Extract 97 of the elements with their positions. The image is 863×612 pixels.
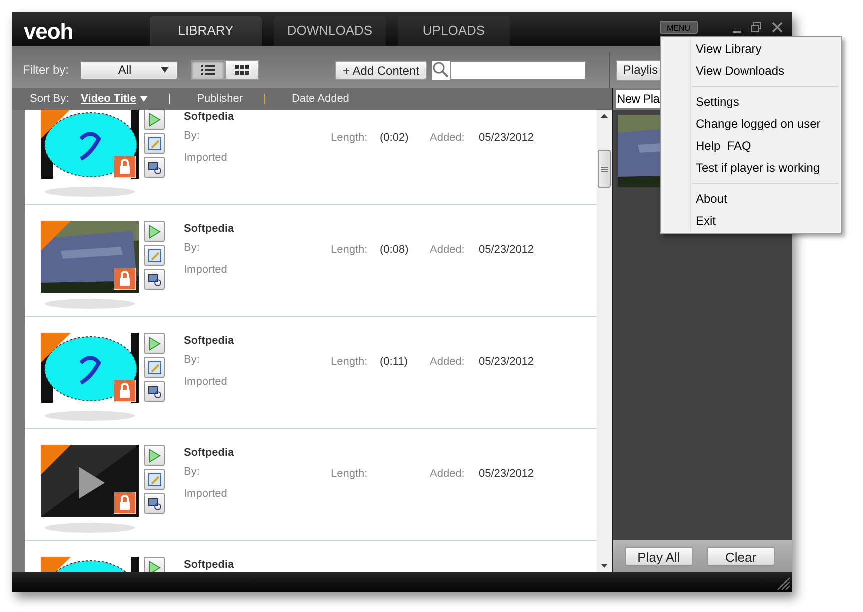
source-text: Imported xyxy=(184,150,228,166)
by-label: By: xyxy=(184,465,201,480)
edit-button[interactable] xyxy=(144,245,165,266)
add-content-button[interactable]: + Add Content xyxy=(335,60,428,80)
restore-icon[interactable] xyxy=(751,22,762,33)
search-icon[interactable] xyxy=(432,61,450,79)
separator: | xyxy=(168,92,172,107)
tab[interactable]: UPLOADS xyxy=(398,16,510,46)
length-value: (0:11) xyxy=(380,356,408,368)
length-label: Length: xyxy=(331,467,369,482)
source-text: Imported xyxy=(184,262,228,278)
play-button[interactable] xyxy=(144,557,165,572)
length-label: Length: xyxy=(331,355,369,370)
filter-dropdown[interactable]: All xyxy=(80,60,178,80)
length-value: (0:08) xyxy=(380,244,409,256)
scroll-down-icon[interactable] xyxy=(601,564,608,568)
menu-item[interactable]: Exit xyxy=(661,210,841,232)
play-button[interactable] xyxy=(144,333,165,354)
edit-button[interactable] xyxy=(144,357,165,378)
added-date: 05/23/2012 xyxy=(479,243,534,258)
menu-item[interactable]: Test if player is working xyxy=(661,157,841,179)
by-label: By: xyxy=(184,129,201,144)
by-label: By: xyxy=(184,241,201,256)
scrollbar[interactable] xyxy=(597,110,612,572)
new-ribbon-icon xyxy=(41,221,71,251)
close-icon[interactable] xyxy=(772,22,783,33)
menu-item[interactable]: Settings xyxy=(661,91,841,113)
lock-icon xyxy=(114,380,136,402)
source-text: Imported xyxy=(184,374,228,390)
scroll-thumb[interactable] xyxy=(598,150,611,188)
video-title: Softpedia xyxy=(184,223,236,235)
added-date: 05/23/2012 xyxy=(479,467,534,482)
sort-option[interactable]: Video Title xyxy=(81,90,148,108)
filter-label: Filter by: xyxy=(23,62,70,79)
play-icon xyxy=(148,336,160,350)
new-ribbon-icon xyxy=(41,445,71,475)
tab[interactable]: DOWNLOADS xyxy=(274,16,386,46)
added-date: 05/23/2012 xyxy=(479,355,534,370)
menu-item[interactable]: Change logged on user xyxy=(661,113,841,135)
veoh-logo: veoh xyxy=(24,18,74,46)
added-label: Added: xyxy=(430,467,466,482)
tab[interactable]: LIBRARY xyxy=(150,16,262,46)
scroll-up-icon[interactable] xyxy=(601,114,608,118)
play-icon xyxy=(148,112,160,126)
monitor-magnifier-icon xyxy=(148,496,162,510)
lock-icon xyxy=(114,492,136,514)
video-title: Softpedia xyxy=(184,335,236,347)
length-label: Length: xyxy=(331,243,369,258)
edit-button[interactable] xyxy=(144,469,165,490)
grid-icon xyxy=(235,65,250,75)
menu-item[interactable]: About xyxy=(661,188,841,210)
edit-icon xyxy=(148,136,162,150)
added-label: Added: xyxy=(430,243,466,258)
by-label: By: xyxy=(184,353,201,368)
monitor-magnifier-icon xyxy=(148,272,162,286)
play-button[interactable] xyxy=(144,445,165,466)
play-button[interactable] xyxy=(144,221,165,242)
play-icon xyxy=(148,224,160,238)
lock-icon xyxy=(114,156,136,178)
length-label: Length: xyxy=(331,131,369,146)
caret-icon xyxy=(140,96,148,102)
search-field[interactable] xyxy=(450,60,586,80)
source-text: Imported xyxy=(184,486,228,502)
added-date: 05/23/2012 xyxy=(479,131,534,146)
video-title: Softpedia xyxy=(184,447,236,459)
added-label: Added: xyxy=(430,355,466,370)
video-title: Softpedia xyxy=(184,111,236,123)
edit-icon xyxy=(148,248,162,262)
preview-button[interactable] xyxy=(144,493,165,514)
separator: | xyxy=(263,92,266,107)
caret-icon xyxy=(161,67,170,73)
monitor-magnifier-icon xyxy=(148,160,162,174)
edit-icon xyxy=(148,472,162,486)
list-view-button[interactable] xyxy=(191,60,226,80)
preview-button[interactable] xyxy=(144,269,165,290)
menu-item[interactable]: Help FAQ xyxy=(661,135,841,157)
clear-button[interactable]: Clear xyxy=(707,546,775,566)
monitor-magnifier-icon xyxy=(148,384,162,398)
play-all-button[interactable]: Play All xyxy=(625,546,693,566)
sort-label: Sort By: xyxy=(30,92,70,107)
preview-button[interactable] xyxy=(144,381,165,402)
edit-icon xyxy=(148,360,162,374)
play-button[interactable] xyxy=(144,110,165,130)
new-ribbon-icon xyxy=(41,333,71,363)
edit-button[interactable] xyxy=(144,133,165,154)
resize-grip-icon[interactable] xyxy=(776,576,790,590)
sort-option[interactable]: Publisher xyxy=(197,90,244,108)
sort-option[interactable]: Date Added xyxy=(292,90,350,108)
added-label: Added: xyxy=(430,131,466,146)
list-icon xyxy=(201,65,216,75)
grid-view-button[interactable] xyxy=(225,60,260,80)
video-title: Softpedia xyxy=(184,559,236,571)
preview-button[interactable] xyxy=(144,157,165,178)
menu-item[interactable]: View Library xyxy=(661,38,841,60)
length-value: (0:02) xyxy=(380,132,409,144)
lock-icon xyxy=(114,268,136,290)
play-icon xyxy=(148,448,160,462)
